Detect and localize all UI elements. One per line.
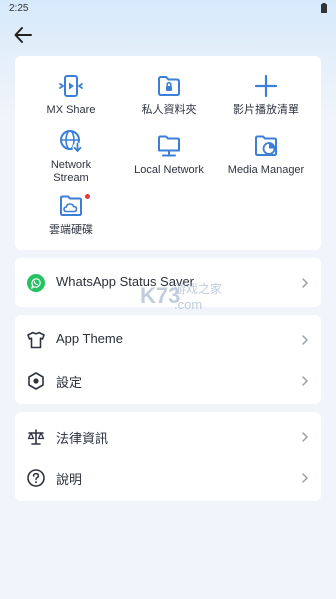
chevron-right-icon [302, 335, 308, 345]
whatsapp-status-saver-card[interactable]: WhatsApp Status Saver [15, 258, 321, 307]
grid-label: 影片播放清單 [233, 104, 299, 116]
info-card: 法律資訊 說明 [15, 412, 321, 501]
grid-item-network-stream[interactable]: Network Stream [20, 128, 122, 185]
grid-item-mx-share[interactable]: MX Share [20, 73, 122, 117]
whatsapp-icon [27, 274, 45, 292]
grid-label: 私人資料夾 [141, 104, 197, 116]
row-label: 法律資訊 [56, 431, 109, 446]
scale-icon [27, 429, 45, 445]
grid-item-media-manager[interactable]: Media Manager [215, 133, 317, 177]
grid-item-cloud-drive[interactable]: 雲端硬碟 [20, 193, 122, 237]
mx-share-icon [59, 75, 83, 97]
feature-grid-card: MX Share 私人資料夾 影片播放清單 Network Stream Loc… [15, 56, 321, 250]
whatsapp-status-saver-row[interactable]: WhatsApp Status Saver [15, 262, 321, 303]
grid-label: 雲端硬碟 [49, 224, 93, 236]
grid-label: Local Network [134, 164, 204, 176]
notification-badge [85, 194, 90, 199]
grid-item-playlist[interactable]: 影片播放清單 [215, 73, 317, 117]
settings-row[interactable]: 設定 [15, 360, 321, 401]
folder-chart-icon [255, 135, 277, 156]
hexagon-settings-icon [28, 372, 44, 390]
preferences-card: App Theme 設定 [15, 315, 321, 404]
grid-label: Media Manager [227, 164, 305, 176]
tshirt-icon [27, 331, 45, 349]
locked-folder-icon [158, 76, 180, 96]
chevron-right-icon [302, 473, 308, 483]
chevron-right-icon [302, 432, 308, 442]
row-label: WhatsApp Status Saver [56, 274, 195, 289]
status-bar: 2:25 [0, 0, 336, 18]
globe-download-icon [60, 130, 83, 153]
row-label: 說明 [56, 472, 83, 487]
cloud-folder-icon [60, 195, 82, 216]
chevron-right-icon [302, 278, 308, 288]
legal-info-row[interactable]: 法律資訊 [15, 416, 321, 457]
help-icon [27, 469, 45, 487]
grid-item-local-network[interactable]: Local Network [118, 133, 220, 177]
grid-item-private-folder[interactable]: 私人資料夾 [118, 73, 220, 117]
plus-icon [254, 74, 278, 98]
app-theme-row[interactable]: App Theme [15, 319, 321, 360]
status-time: 2:25 [9, 3, 29, 14]
grid-label: MX Share [46, 104, 96, 116]
grid-label: Network Stream [50, 159, 92, 184]
row-label: App Theme [56, 331, 123, 346]
row-label: 設定 [56, 375, 83, 390]
folder-monitor-icon [158, 135, 180, 157]
chevron-right-icon [302, 376, 308, 386]
back-arrow-icon[interactable] [12, 24, 34, 46]
battery-icon [321, 3, 327, 13]
help-row[interactable]: 說明 [15, 457, 321, 498]
